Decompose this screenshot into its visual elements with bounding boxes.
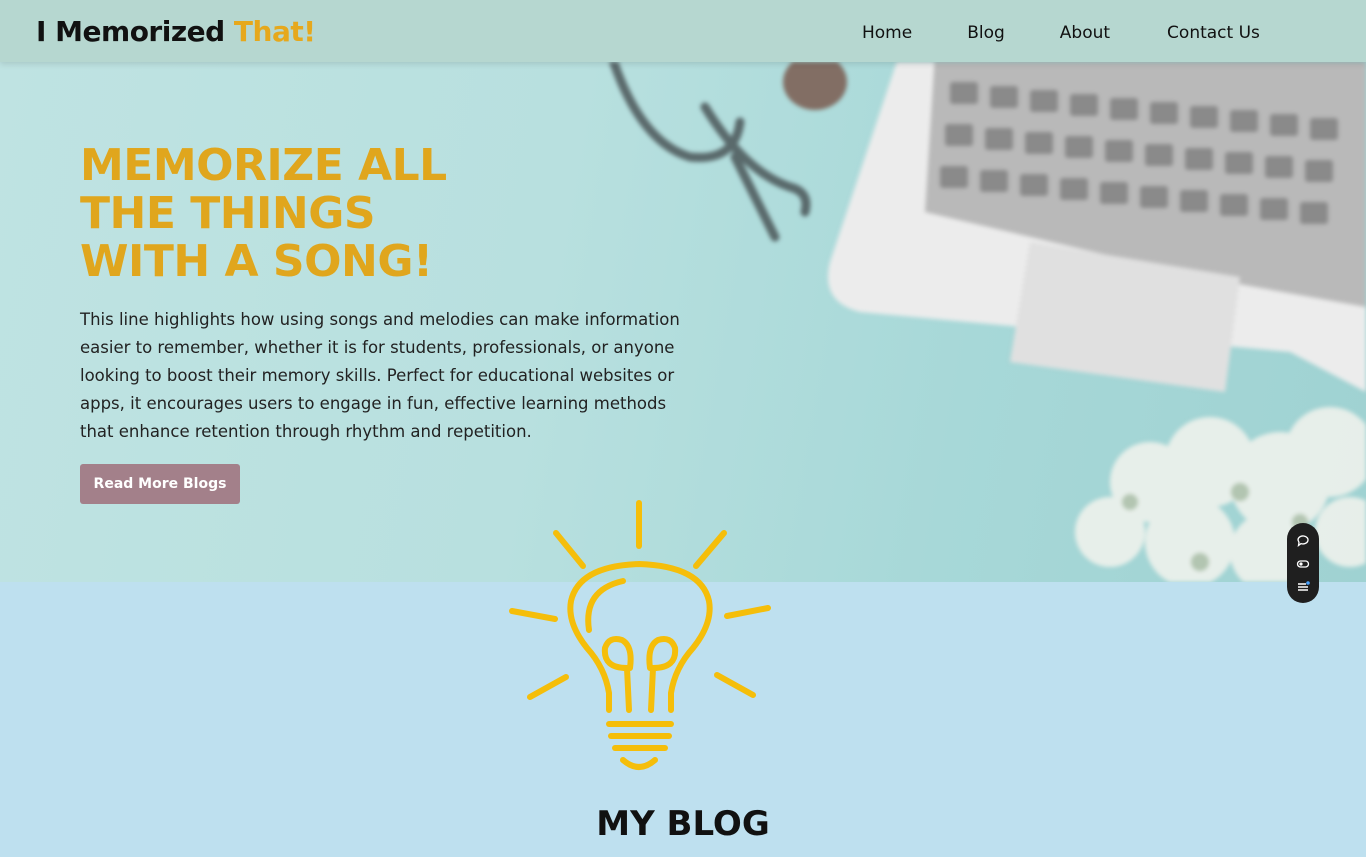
list-icon[interactable] (1296, 579, 1310, 593)
hero-title: MEMORIZE ALL THE THINGS WITH A SONG! (80, 142, 580, 286)
hero-title-line-3: WITH A SONG! (80, 236, 433, 287)
toggle-icon[interactable] (1296, 556, 1310, 570)
site-header: I Memorized That! Home Blog About Contac… (0, 0, 1366, 62)
main-nav: Home Blog About Contact Us (862, 22, 1260, 44)
logo-main-text: I Memorized (36, 15, 234, 48)
lightbulb-icon (509, 500, 771, 770)
floating-toolbar (1287, 523, 1319, 603)
hero-title-line-1: MEMORIZE ALL (80, 140, 447, 191)
chat-icon[interactable] (1296, 533, 1310, 548)
nav-contact-link[interactable]: Contact Us (1167, 22, 1260, 44)
read-more-blogs-button[interactable]: Read More Blogs (80, 464, 240, 504)
site-logo[interactable]: I Memorized That! (36, 14, 316, 50)
hero-title-line-2: THE THINGS (80, 188, 376, 239)
hero-description: This line highlights how using songs and… (80, 310, 680, 441)
nav-home-link[interactable]: Home (862, 22, 912, 44)
nav-blog-link[interactable]: Blog (967, 22, 1005, 44)
logo-accent-text: That! (233, 15, 316, 48)
nav-about-link[interactable]: About (1060, 22, 1110, 44)
blog-section-title: MY BLOG (596, 804, 770, 844)
